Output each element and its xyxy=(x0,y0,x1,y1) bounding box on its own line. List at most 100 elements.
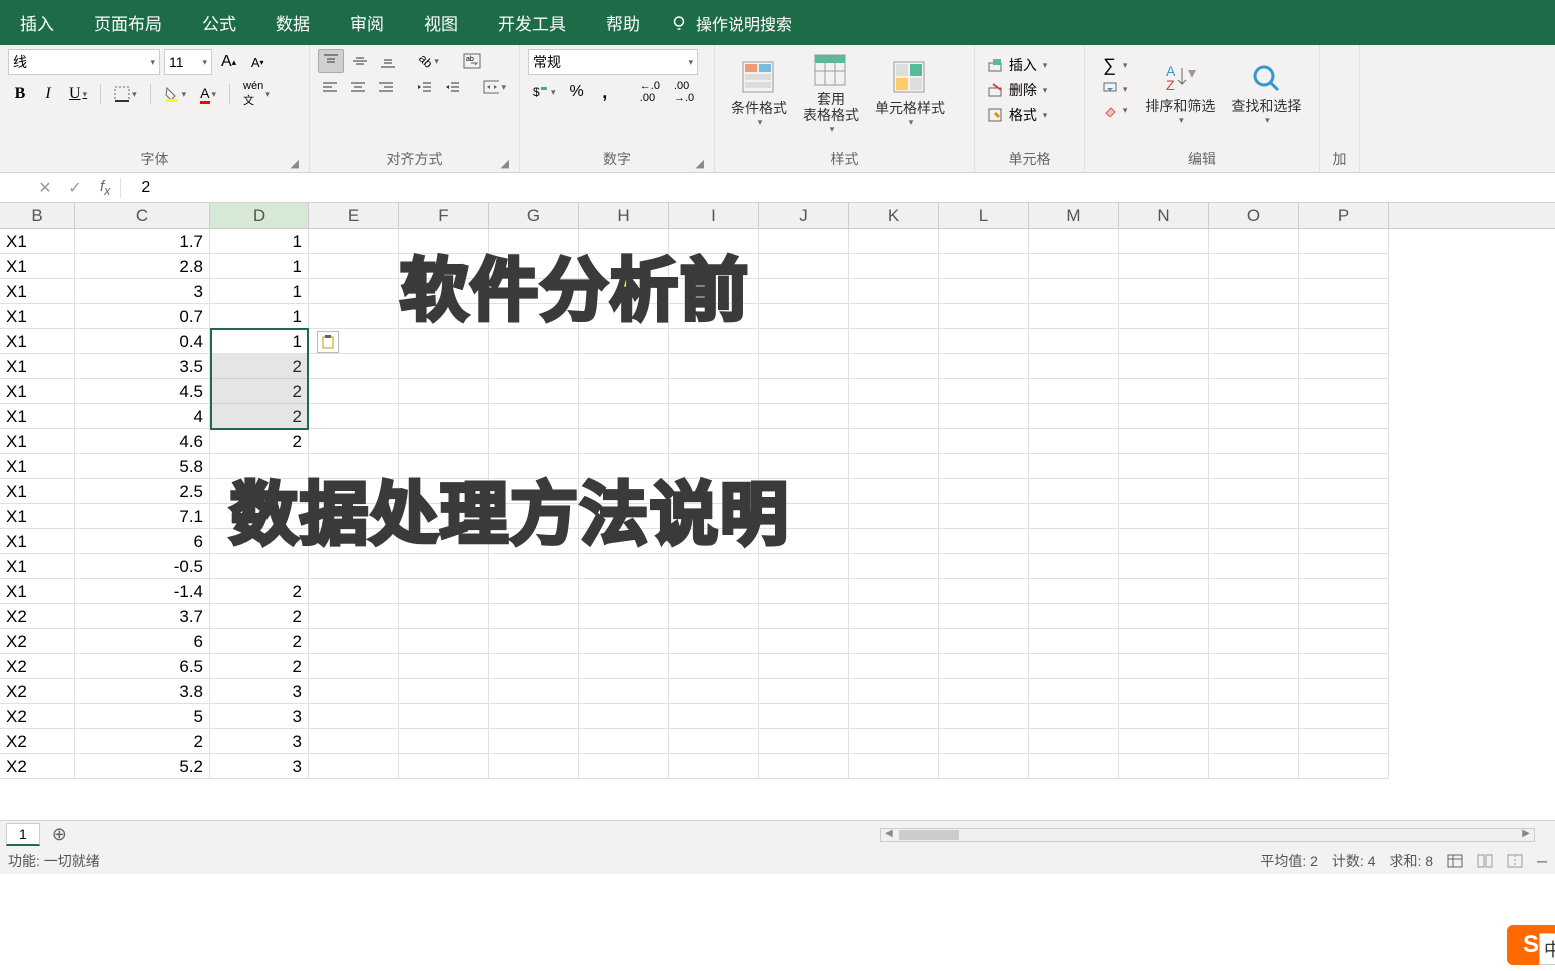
cell[interactable] xyxy=(1299,679,1389,704)
cell[interactable] xyxy=(849,579,939,604)
cell[interactable]: 1 xyxy=(210,229,309,254)
col-header-D[interactable]: D xyxy=(210,203,309,228)
cell[interactable] xyxy=(579,554,669,579)
cell[interactable]: 2 xyxy=(210,379,309,404)
cell[interactable] xyxy=(939,254,1029,279)
cell[interactable] xyxy=(1119,229,1209,254)
cell[interactable]: X2 xyxy=(0,729,75,754)
cell[interactable]: X1 xyxy=(0,279,75,304)
cell[interactable] xyxy=(669,604,759,629)
cell[interactable]: 5 xyxy=(75,704,210,729)
cell[interactable] xyxy=(1299,279,1389,304)
cell[interactable]: 3 xyxy=(210,679,309,704)
cell[interactable]: -1.4 xyxy=(75,579,210,604)
cell[interactable]: X1 xyxy=(0,354,75,379)
align-bottom-button[interactable] xyxy=(376,49,400,73)
fill-color-button[interactable]: ▾ xyxy=(159,82,192,106)
tab-help[interactable]: 帮助 xyxy=(586,0,660,45)
cell[interactable] xyxy=(309,379,399,404)
cell[interactable] xyxy=(849,279,939,304)
phonetic-button[interactable]: wén文▾ xyxy=(238,77,275,111)
cell[interactable] xyxy=(669,229,759,254)
cell[interactable] xyxy=(669,529,759,554)
cell[interactable] xyxy=(489,729,579,754)
cell[interactable] xyxy=(489,429,579,454)
cell[interactable] xyxy=(399,604,489,629)
cell[interactable]: X1 xyxy=(0,479,75,504)
cell[interactable] xyxy=(1299,654,1389,679)
cell[interactable] xyxy=(210,554,309,579)
cell[interactable] xyxy=(579,504,669,529)
cell[interactable] xyxy=(669,704,759,729)
cell[interactable] xyxy=(309,254,399,279)
cell[interactable]: 6 xyxy=(75,629,210,654)
table-format-button[interactable]: 套用 表格格式▾ xyxy=(795,49,867,139)
cell[interactable]: X1 xyxy=(0,504,75,529)
cell[interactable] xyxy=(939,329,1029,354)
cell[interactable] xyxy=(759,354,849,379)
cell[interactable] xyxy=(309,679,399,704)
cell[interactable] xyxy=(579,429,669,454)
cell[interactable]: 3.7 xyxy=(75,604,210,629)
cell[interactable]: 3.5 xyxy=(75,354,210,379)
cell[interactable] xyxy=(1119,679,1209,704)
cell[interactable]: 1 xyxy=(210,329,309,354)
cell[interactable] xyxy=(309,579,399,604)
cell[interactable] xyxy=(1029,729,1119,754)
cell[interactable] xyxy=(1119,754,1209,779)
cell[interactable] xyxy=(1029,554,1119,579)
cell[interactable] xyxy=(1209,404,1299,429)
cell[interactable] xyxy=(759,229,849,254)
cell[interactable] xyxy=(849,679,939,704)
cell[interactable] xyxy=(939,304,1029,329)
cell[interactable] xyxy=(939,429,1029,454)
cell[interactable] xyxy=(939,354,1029,379)
sheet-tab-1[interactable]: 1 xyxy=(6,823,40,846)
cell[interactable] xyxy=(939,604,1029,629)
cell[interactable] xyxy=(489,529,579,554)
cell[interactable] xyxy=(1119,354,1209,379)
cell[interactable] xyxy=(309,429,399,454)
cell[interactable] xyxy=(309,729,399,754)
cell[interactable] xyxy=(309,279,399,304)
cell[interactable] xyxy=(1299,479,1389,504)
tab-view[interactable]: 视图 xyxy=(404,0,478,45)
cell[interactable] xyxy=(309,754,399,779)
cell[interactable] xyxy=(1209,729,1299,754)
cell[interactable]: 5.8 xyxy=(75,454,210,479)
align-launcher-icon[interactable]: ◢ xyxy=(501,157,509,170)
cell[interactable] xyxy=(1299,729,1389,754)
cell[interactable] xyxy=(399,704,489,729)
cell[interactable] xyxy=(489,504,579,529)
cell[interactable] xyxy=(939,754,1029,779)
cell[interactable] xyxy=(759,604,849,629)
cell[interactable]: 1 xyxy=(210,254,309,279)
cell[interactable]: 6 xyxy=(75,529,210,554)
cell[interactable] xyxy=(939,479,1029,504)
cell[interactable] xyxy=(309,604,399,629)
cell[interactable] xyxy=(1029,279,1119,304)
cell[interactable] xyxy=(1299,554,1389,579)
cell[interactable] xyxy=(309,504,399,529)
cell[interactable] xyxy=(399,404,489,429)
cell[interactable] xyxy=(669,304,759,329)
cell[interactable] xyxy=(1119,454,1209,479)
cell[interactable]: X1 xyxy=(0,554,75,579)
cell[interactable] xyxy=(1209,604,1299,629)
cell[interactable] xyxy=(579,704,669,729)
cell[interactable] xyxy=(489,404,579,429)
cell[interactable] xyxy=(939,279,1029,304)
cell[interactable] xyxy=(1119,654,1209,679)
cell[interactable] xyxy=(1029,379,1119,404)
cell[interactable] xyxy=(579,579,669,604)
cell[interactable] xyxy=(1299,354,1389,379)
cell[interactable] xyxy=(309,454,399,479)
cell[interactable] xyxy=(489,304,579,329)
enter-button[interactable]: ✓ xyxy=(60,178,90,198)
cell[interactable] xyxy=(939,554,1029,579)
cell[interactable] xyxy=(1299,329,1389,354)
cell[interactable] xyxy=(669,554,759,579)
cell[interactable] xyxy=(1119,279,1209,304)
cell[interactable] xyxy=(489,479,579,504)
cell[interactable] xyxy=(759,629,849,654)
